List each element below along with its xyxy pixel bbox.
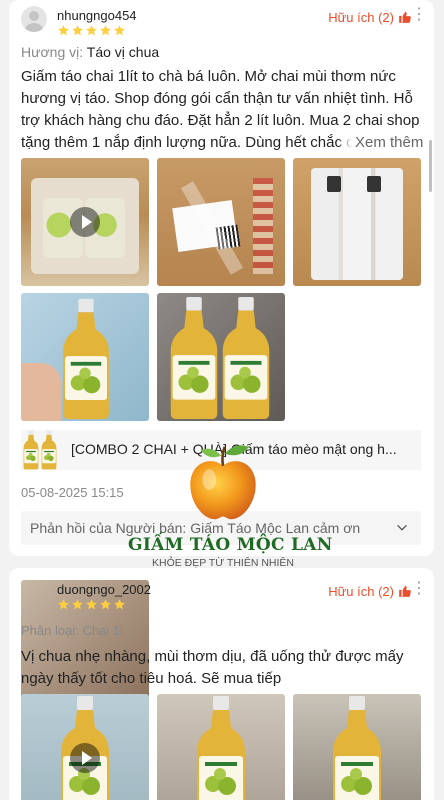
brand-watermark: GIẤM TÁO MỘC LAN KHỎE ĐẸP TỪ THIÊN NHIÊN: [128, 440, 333, 575]
thumbs-up-icon[interactable]: [398, 584, 412, 598]
star-icon: [113, 24, 126, 37]
star-icon: [99, 598, 112, 611]
product-bottle-image: [51, 297, 121, 421]
review-photo[interactable]: [293, 158, 421, 286]
variant-value: Chai 1l: [82, 623, 123, 638]
brand-name: GIẤM TÁO MỘC LAN: [128, 535, 333, 555]
product-bottle-image: [317, 694, 397, 800]
reviewer-username[interactable]: duongngo_2002: [57, 582, 151, 597]
rating-stars: [57, 598, 126, 612]
variant-label: Phân loại:: [21, 623, 79, 638]
helpful-button[interactable]: Hữu ích (2): [328, 10, 394, 25]
star-icon: [71, 598, 84, 611]
review-video-thumbnail[interactable]: [21, 158, 149, 286]
avatar[interactable]: [21, 6, 47, 32]
product-bottle-image: [215, 295, 277, 421]
default-avatar-icon: [24, 11, 44, 32]
review-header: nhungngo454 Hữu ích (2) ⋮: [21, 6, 427, 46]
see-more-link[interactable]: Xem thêm: [337, 132, 424, 154]
chevron-down-icon[interactable]: [395, 521, 409, 535]
product-thumbnail: [21, 430, 61, 470]
star-icon: [113, 598, 126, 611]
review-video-thumbnail[interactable]: [21, 694, 149, 800]
review-photo[interactable]: [157, 694, 285, 800]
star-icon: [57, 24, 70, 37]
star-icon: [85, 24, 98, 37]
product-bottle-image: [181, 694, 261, 800]
brand-slogan: KHỎE ĐẸP TỪ THIÊN NHIÊN: [152, 557, 294, 569]
variant-label: Hương vị:: [21, 44, 84, 60]
review-photo[interactable]: [157, 158, 285, 286]
review-date: 05-08-2025 15:15: [21, 485, 124, 500]
review-card: duongngo_2002 Hữu ích (2) ⋮ Phân loại: C…: [9, 568, 434, 800]
variant-line: Hương vị: Táo vị chua: [21, 44, 159, 60]
reviewer-username[interactable]: nhungngo454: [57, 8, 137, 23]
variant-line: Phân loại: Chai 1l: [21, 623, 123, 638]
star-icon: [57, 598, 70, 611]
thumbs-up-icon[interactable]: [398, 10, 412, 24]
star-icon: [71, 24, 84, 37]
apple-logo-icon: [190, 445, 256, 520]
review-photo[interactable]: [157, 293, 285, 421]
review-photo[interactable]: [21, 293, 149, 421]
review-text: Vị chua nhẹ nhàng, mùi thơm dịu, đã uống…: [21, 648, 404, 687]
review-photo[interactable]: [293, 694, 421, 800]
star-icon: [99, 24, 112, 37]
more-options-icon[interactable]: ⋮: [411, 581, 428, 597]
more-options-icon[interactable]: ⋮: [411, 7, 428, 23]
helpful-button[interactable]: Hữu ích (2): [328, 584, 394, 599]
review-header: duongngo_2002 Hữu ích (2) ⋮: [21, 580, 427, 708]
variant-value: Táo vị chua: [86, 44, 160, 60]
rating-stars: [57, 24, 126, 38]
star-icon: [85, 598, 98, 611]
scrollbar[interactable]: [429, 140, 432, 192]
play-icon: [70, 207, 100, 237]
play-icon: [70, 743, 100, 773]
